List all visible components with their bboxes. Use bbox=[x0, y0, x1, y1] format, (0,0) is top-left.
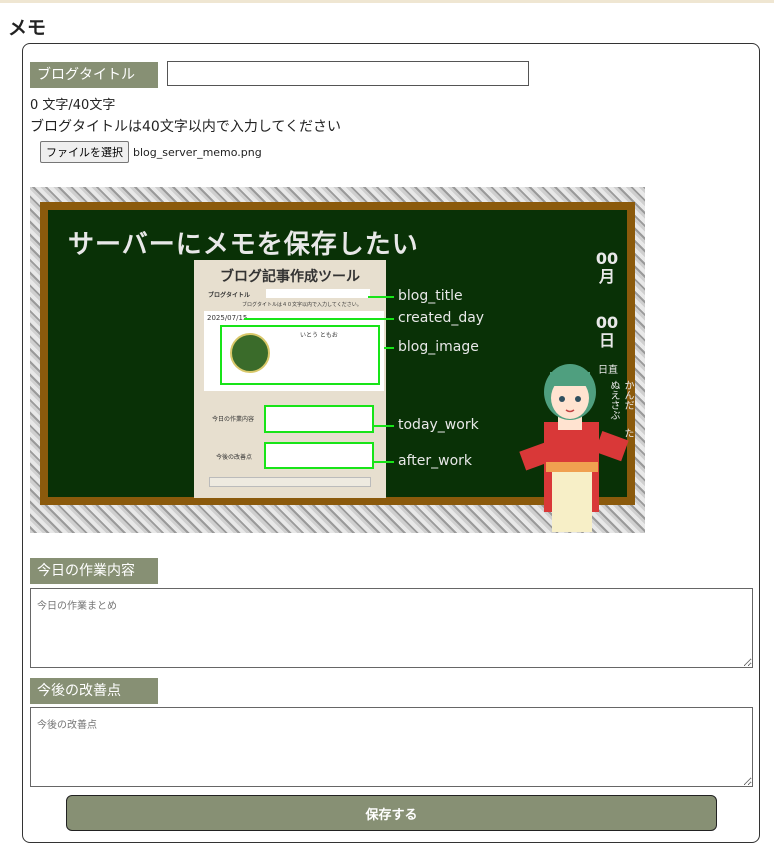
memo-form-panel: ブログタイトル 0 文字/40文字 ブログタイトルは40文字以内で入力してくださ… bbox=[22, 43, 760, 843]
blog-title-input[interactable] bbox=[167, 61, 529, 86]
page-title: メモ bbox=[8, 17, 47, 39]
connector-line bbox=[374, 425, 394, 427]
today-work-label: 今日の作業内容 bbox=[30, 558, 158, 584]
save-button[interactable]: 保存する bbox=[66, 795, 717, 831]
mock-hint: ブログタイトルは４０文字以内で入力してください。 bbox=[242, 302, 362, 308]
tag-created-day: created_day bbox=[398, 310, 485, 326]
blog-title-label: ブログタイトル bbox=[30, 62, 158, 88]
after-work-textarea[interactable] bbox=[30, 707, 753, 787]
connector-line bbox=[244, 318, 394, 320]
connector-line bbox=[384, 347, 394, 349]
tag-today-work: today_work bbox=[398, 417, 479, 433]
mock-today-label: 今日の作業内容 bbox=[212, 416, 255, 423]
connector-line bbox=[374, 461, 394, 463]
preview-headline: サーバーにメモを保存したい bbox=[68, 230, 419, 260]
after-work-label: 今後の改善点 bbox=[30, 678, 158, 704]
mock-image-box: いとう ともお bbox=[220, 325, 380, 385]
today-work-textarea[interactable] bbox=[30, 588, 753, 668]
avatar bbox=[230, 333, 270, 373]
choose-file-button[interactable]: ファイルを選択 bbox=[40, 141, 129, 163]
mock-date: 2025/07/15 bbox=[207, 314, 248, 322]
tag-blog-image: blog_image bbox=[398, 339, 479, 355]
file-upload-row: ファイルを選択 blog_server_memo.png bbox=[40, 141, 262, 163]
mock-save-button bbox=[209, 477, 371, 487]
mock-tool-screenshot: ブログ記事作成ツール ブログタイトル ブログタイトルは４０文字以内で入力してくだ… bbox=[194, 260, 386, 498]
month-display: 00 月 bbox=[595, 249, 619, 286]
mock-author: いとう ともお bbox=[300, 332, 338, 339]
mock-after-box bbox=[264, 442, 374, 469]
file-name: blog_server_memo.png bbox=[133, 145, 262, 159]
image-preview: サーバーにメモを保存したい ブログ記事作成ツール ブログタイトル ブログタイトル… bbox=[30, 187, 645, 533]
day-display: 00 日 bbox=[595, 313, 619, 350]
char-count: 0 文字/40文字 bbox=[30, 98, 116, 113]
mock-after-label: 今後の改善点 bbox=[216, 454, 253, 461]
mock-title: ブログ記事作成ツール bbox=[220, 269, 360, 285]
mock-title-label: ブログタイトル bbox=[208, 292, 251, 299]
title-hint: ブログタイトルは40文字以内で入力してください bbox=[30, 119, 341, 135]
mock-today-box bbox=[264, 405, 374, 433]
character-illustration bbox=[519, 364, 629, 532]
tag-blog-title: blog_title bbox=[398, 288, 463, 304]
mock-title-field bbox=[266, 289, 370, 298]
tag-after-work: after_work bbox=[398, 453, 472, 469]
connector-line bbox=[368, 296, 394, 298]
